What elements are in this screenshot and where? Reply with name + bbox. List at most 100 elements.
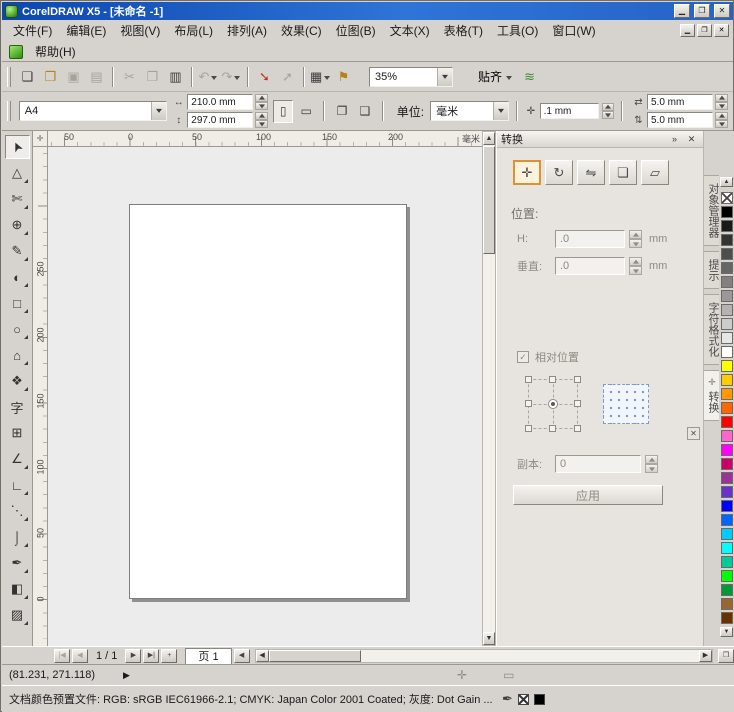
horizontal-scrollbar[interactable]: ◀ ▶ — [255, 649, 713, 663]
toolbar-grip[interactable] — [7, 101, 11, 121]
color-swatch[interactable] — [721, 220, 733, 232]
menu-layout[interactable]: 布局(L) — [167, 19, 220, 42]
color-swatch[interactable] — [721, 402, 733, 414]
anchor-center[interactable] — [548, 399, 558, 409]
color-swatch[interactable] — [721, 598, 733, 610]
document-minimize-button[interactable]: ▁ — [680, 24, 695, 37]
page-tab[interactable]: 页 1 — [185, 648, 231, 664]
docker-collapse-button[interactable]: » — [667, 132, 682, 146]
menu-effects[interactable]: 效果(C) — [274, 19, 329, 42]
crop-tool[interactable]: ✄ — [5, 187, 30, 211]
import-button[interactable]: ➘ — [253, 65, 276, 88]
scroll-down-icon[interactable]: ▼ — [483, 632, 495, 645]
dropdown-icon[interactable] — [493, 102, 508, 120]
dimension-tool[interactable]: ∠ — [5, 447, 30, 471]
next-page-button[interactable]: ▶ — [125, 649, 141, 663]
transform-position-button[interactable]: ✛ — [513, 160, 541, 185]
page-height-input[interactable]: 297.0 mm — [187, 112, 253, 128]
new-document-button[interactable]: ❑ — [16, 65, 39, 88]
vertical-scrollbar[interactable]: ▲ ▼ — [482, 131, 496, 646]
spin-up-icon[interactable] — [629, 257, 642, 266]
snap-to-button[interactable]: 贴齐 — [473, 65, 518, 88]
scroll-up-icon[interactable]: ▲ — [483, 132, 495, 145]
tab-scroll-button[interactable]: ◀ — [234, 649, 250, 663]
table-tool[interactable]: ⊞ — [5, 421, 30, 445]
transform-rotate-button[interactable]: ↻ — [545, 160, 573, 185]
connector-tool[interactable]: ∟ — [5, 473, 30, 497]
open-button[interactable]: ❒ — [39, 65, 62, 88]
dropdown-icon[interactable] — [209, 66, 218, 87]
color-swatch[interactable] — [721, 500, 733, 512]
color-swatch[interactable] — [721, 318, 733, 330]
nudge-input[interactable]: .1 mm — [540, 103, 600, 119]
menu-tools[interactable]: 工具(O) — [490, 19, 545, 42]
color-swatch[interactable] — [721, 248, 733, 260]
anchor-point-grid[interactable] — [525, 376, 581, 432]
first-page-button[interactable]: |◀ — [54, 649, 70, 663]
color-swatch[interactable] — [721, 528, 733, 540]
spin-down-icon[interactable] — [645, 464, 658, 473]
menu-bitmaps[interactable]: 位图(B) — [329, 19, 383, 42]
save-button[interactable]: ▣ — [62, 65, 85, 88]
cut-button[interactable]: ✂ — [118, 65, 141, 88]
spin-down-icon[interactable] — [255, 102, 268, 110]
color-swatch[interactable] — [721, 472, 733, 484]
anchor-bottom-left[interactable] — [525, 425, 532, 432]
menu-view[interactable]: 视图(V) — [113, 19, 167, 42]
color-swatch[interactable] — [721, 290, 733, 302]
copy-button[interactable]: ❐ — [141, 65, 164, 88]
shape-tool[interactable]: △ — [5, 161, 30, 185]
anchor-top-left[interactable] — [525, 376, 532, 383]
previous-page-button[interactable]: ◀ — [72, 649, 88, 663]
fill-tool[interactable]: ◧ — [5, 577, 30, 601]
application-launcher-button[interactable]: ▦ — [309, 65, 332, 88]
color-swatch[interactable] — [721, 458, 733, 470]
paper-size-select[interactable]: A4 — [19, 101, 168, 121]
minimize-button[interactable]: ▁ — [674, 4, 690, 18]
color-swatch[interactable] — [721, 234, 733, 246]
redo-button[interactable]: ↷ — [220, 65, 243, 88]
units-select[interactable]: 毫米 — [430, 101, 509, 121]
ruler-origin-button[interactable]: ✛ — [33, 131, 48, 147]
color-swatch[interactable] — [721, 276, 733, 288]
smart-fill-tool[interactable]: ◐ — [5, 265, 30, 289]
document-restore-button[interactable]: ❐ — [697, 24, 712, 37]
add-page-button[interactable]: + — [161, 649, 177, 663]
eyedropper-tool[interactable]: ⌡ — [5, 525, 30, 549]
text-tool[interactable]: 字 — [5, 395, 30, 419]
close-button[interactable]: ✕ — [714, 4, 730, 18]
color-swatch[interactable] — [721, 444, 733, 456]
v-position-input[interactable]: .0 — [555, 257, 625, 275]
menu-arrange[interactable]: 排列(A) — [220, 19, 274, 42]
color-swatch[interactable] — [721, 388, 733, 400]
palette-scroll-down-icon[interactable]: ▼ — [720, 627, 733, 637]
menu-text[interactable]: 文本(X) — [383, 19, 437, 42]
color-swatch[interactable] — [721, 612, 733, 624]
color-swatch[interactable] — [721, 360, 733, 372]
zoom-tool[interactable]: ⊕ — [5, 213, 30, 237]
pick-tool[interactable]: ➤ — [5, 135, 30, 159]
dropdown-icon[interactable] — [322, 66, 331, 87]
color-swatch[interactable] — [721, 206, 733, 218]
current-page-button[interactable]: ❑ — [355, 100, 375, 123]
interactive-fill-tool[interactable]: ▨ — [5, 603, 30, 627]
rectangle-tool[interactable]: □ — [5, 291, 30, 315]
anchor-top-center[interactable] — [549, 376, 556, 383]
dropdown-icon[interactable] — [151, 102, 166, 120]
transform-skew-button[interactable]: ▱ — [641, 160, 669, 185]
anchor-middle-right[interactable] — [574, 400, 581, 407]
navigator-button[interactable]: ❒ — [718, 649, 734, 663]
color-swatch[interactable] — [721, 584, 733, 596]
print-button[interactable]: ▤ — [85, 65, 108, 88]
anchor-bottom-center[interactable] — [549, 425, 556, 432]
apply-button[interactable]: 应用 — [513, 485, 663, 505]
anchor-top-right[interactable] — [574, 376, 581, 383]
color-swatch[interactable] — [721, 486, 733, 498]
relative-position-checkbox[interactable]: ✓ — [517, 351, 529, 363]
zoom-level-select[interactable]: 35% — [369, 67, 453, 87]
color-swatch[interactable] — [721, 542, 733, 554]
docker-group-close-button[interactable]: ✕ — [687, 427, 700, 440]
last-page-button[interactable]: ▶| — [143, 649, 159, 663]
fill-color-swatch[interactable] — [534, 694, 545, 705]
color-swatch[interactable] — [721, 374, 733, 386]
